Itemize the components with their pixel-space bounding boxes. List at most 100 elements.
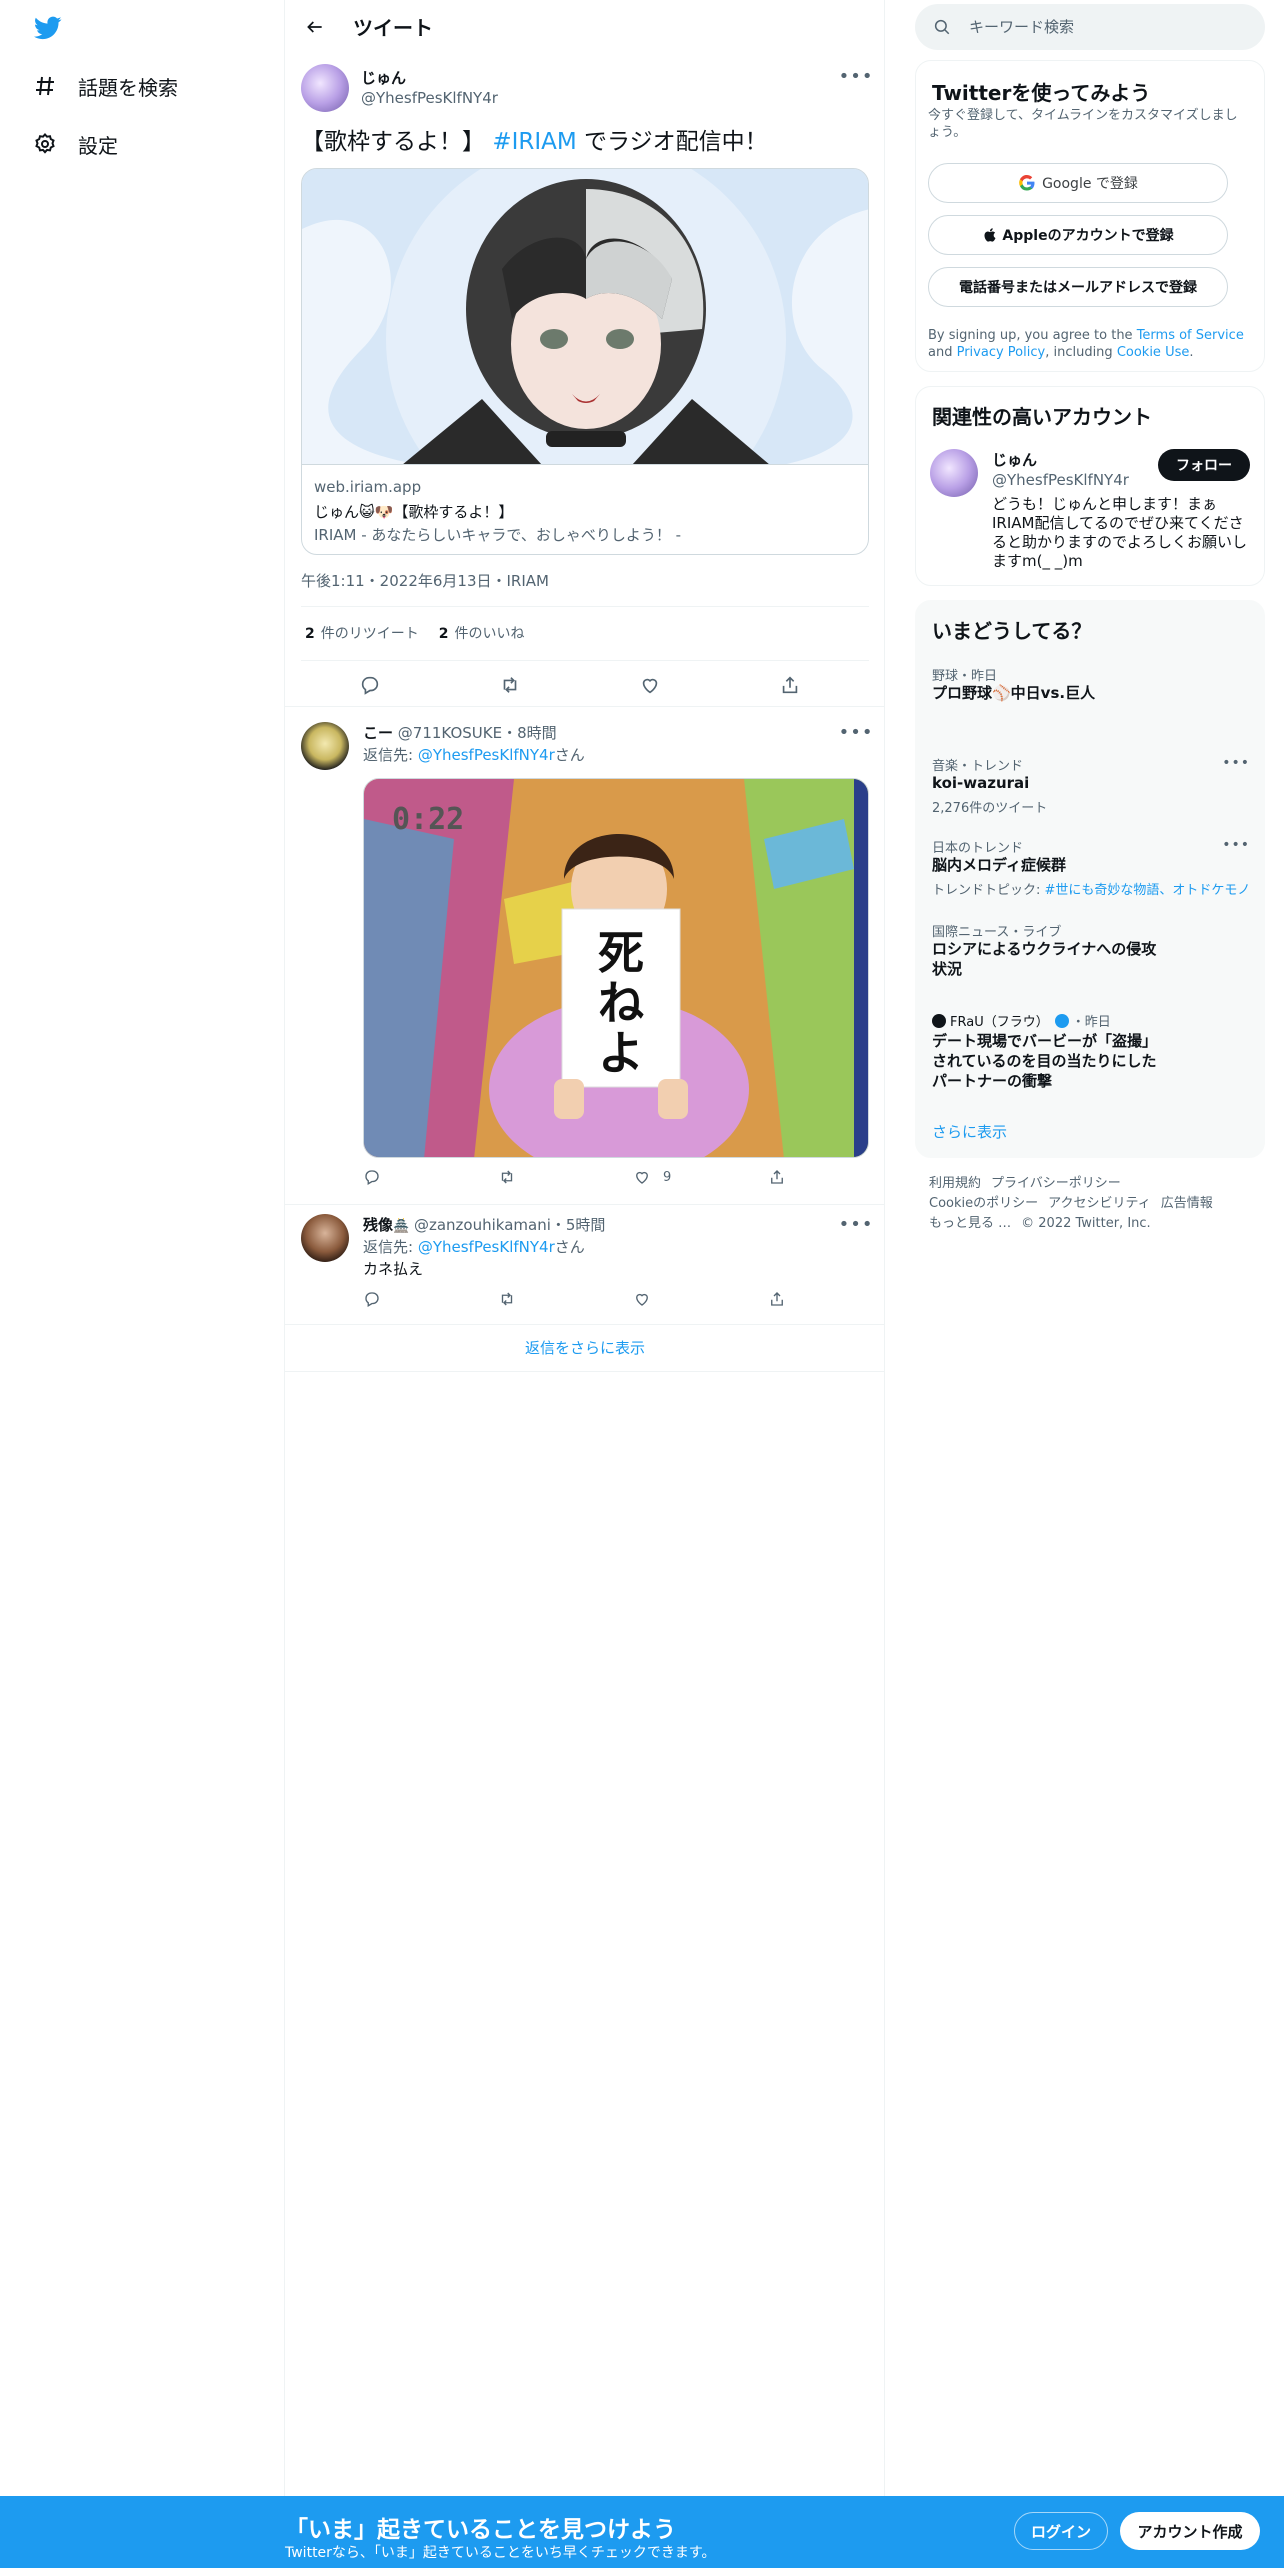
footer-ads-link[interactable]: 広告情報 [1161,1196,1213,1211]
retweet-icon[interactable] [498,1290,516,1308]
trend-topic: トレンドトピック: #世にも奇妙な物語、オトドケモノ [932,879,1250,898]
reply-icon[interactable] [363,1290,381,1308]
trend-name: デート現場でバービーが「盗撮」されているのを目の当たりにしたパートナーの衝撃 [932,1032,1158,1090]
google-signup-label: Google で登録 [1042,176,1138,192]
reply-avatar[interactable] [301,1214,349,1262]
show-more-trends-link[interactable]: さらに表示 [932,1121,1007,1142]
reply-icon[interactable] [363,1168,381,1186]
back-button[interactable] [297,9,333,45]
reply-time[interactable]: ・8時間 [502,724,557,742]
tweet-actions [285,668,885,702]
trend-category: 日本のトレンド [932,841,1024,856]
related-avatar[interactable] [930,449,978,497]
trend-topic-link[interactable]: #世にも奇妙な物語、オトドケモノ [1045,883,1251,898]
trend-item[interactable]: 音楽・トレンド ••• koi-wazurai 2,276件のツイート [916,751,1266,831]
reply-time[interactable]: ・5時間 [551,1216,606,1234]
footer-links: 利用規約 プライバシーポリシー Cookieのポリシー アクセシビリティ 広告情報 も… [929,1174,1259,1234]
show-more-replies-button[interactable]: 返信をさらに表示 [285,1324,885,1372]
privacy-policy-link[interactable]: Privacy Policy [957,345,1046,360]
replying-to-link[interactable]: @YhesfPesKlfNY4r [418,1238,555,1256]
footer-terms-link[interactable]: 利用規約 [929,1176,981,1191]
card-title: じゅん😺🐶【歌枠するよ！】 [314,503,514,521]
author-avatar[interactable] [301,64,349,112]
apple-signup-button[interactable]: Appleのアカウントで登録 [928,215,1228,255]
more-options-button[interactable]: ••• [839,1214,873,1235]
trend-category: ・昨日 [1071,1015,1111,1030]
replying-to: 返信先: @YhesfPesKlfNY4rさん [363,1236,585,1257]
trend-item[interactable]: 日本のトレンド ••• 脳内メロディ症候群 トレンドトピック: #世にも奇妙な物… [916,833,1266,913]
reply-author-handle[interactable]: @711KOSUKE [398,724,502,742]
google-signup-button[interactable]: Google で登録 [928,163,1228,203]
twitter-logo-icon[interactable] [32,14,68,46]
more-options-button[interactable]: ••• [839,722,873,743]
terms-of-service-link[interactable]: Terms of Service [1137,328,1244,343]
tweet-timestamp[interactable]: 午後1:11・2022年6月13日・IRIAM [301,570,549,591]
share-icon[interactable] [768,1168,786,1186]
divider [301,660,869,661]
reply-icon[interactable] [359,674,381,696]
verified-badge-icon [1054,1013,1069,1028]
like-button[interactable]: 9 [633,1168,671,1186]
retweet-icon[interactable] [499,674,521,696]
footer-copyright: © 2022 Twitter, Inc. [1021,1216,1151,1231]
reply-avatar[interactable] [301,722,349,770]
terms-text: By signing up, you agree to the [928,328,1137,343]
login-button[interactable]: ログイン [1014,2512,1108,2550]
trend-item[interactable]: FRaU（フラウ） ・昨日 デート現場でバービーが「盗撮」されているのを目の当た… [916,1009,1266,1109]
footer-cookie-link[interactable]: Cookieのポリシー [929,1196,1038,1211]
google-icon [1019,174,1035,191]
nav-explore[interactable]: 話題を検索 [32,66,178,106]
reply-media-image[interactable]: 0:22 死 ね よ [363,778,869,1158]
cookie-use-link[interactable]: Cookie Use [1117,345,1190,360]
nav-settings-label: 設定 [78,133,118,158]
signup-panel: Twitterを使ってみよう 今すぐ登録して、タイムラインをカスタマイズしましょ… [915,60,1265,372]
reply-author-name[interactable]: 残像 [363,1216,393,1234]
footer-accessibility-link[interactable]: アクセシビリティ [1048,1196,1151,1211]
follow-button[interactable]: フォロー [1158,449,1250,481]
trend-more-icon[interactable]: ••• [1222,755,1250,771]
likes-label: 件のいいね [454,626,525,642]
search-bar[interactable] [915,4,1265,50]
search-icon [934,19,950,35]
nav-settings[interactable]: 設定 [32,124,118,164]
replying-to-suffix: さん [554,1238,585,1256]
create-account-button[interactable]: アカウント作成 [1120,2512,1260,2550]
tweet-text-part: 【歌枠するよ！】 [301,129,493,155]
trend-more-icon[interactable]: ••• [1222,837,1250,853]
phone-email-signup-button[interactable]: 電話番号またはメールアドレスで登録 [928,267,1228,307]
link-card[interactable]: web.iriam.app じゅん😺🐶【歌枠するよ！】 IRIAM - あなたら… [301,168,869,555]
likes-stat[interactable]: 2 件のいいね [439,623,525,643]
media-sign-text: よ [598,1026,644,1080]
reply-author-handle[interactable]: @zanzouhikamani [414,1216,551,1234]
share-icon[interactable] [768,1290,786,1308]
card-description: IRIAM - あなたらしいキャラで、おしゃべりしよう！ - [314,526,682,544]
reply-author-name[interactable]: こー [363,724,393,742]
more-options-button[interactable]: ••• [839,66,873,87]
related-name[interactable]: じゅん [992,449,1037,470]
trend-item[interactable]: 野球・昨日 プロ野球⚾中日vs.巨人 [916,659,1266,739]
author-handle[interactable]: @YhesfPesKlfNY4r [361,89,498,107]
apple-icon [984,228,996,242]
trend-item[interactable]: 国際ニュース・ライブ ロシアによるウクライナへの侵攻状況 [916,917,1266,997]
share-icon[interactable] [779,674,801,696]
tweet-text: 【歌枠するよ！】 #IRIAM でラジオ配信中！ [301,126,768,158]
related-handle[interactable]: @YhesfPesKlfNY4r [992,471,1129,489]
replying-to-suffix: さん [554,746,585,764]
main-column: ツイート じゅん @YhesfPesKlfNY4r ••• 【歌枠するよ！】 #… [285,0,885,2568]
like-icon[interactable] [633,1290,651,1308]
source-logo-icon [932,1013,946,1028]
trend-source-name: FRaU（フラウ） [950,1015,1049,1030]
retweets-stat[interactable]: 2 件のリツイート [305,623,419,643]
retweet-icon[interactable] [498,1168,516,1186]
signup-title: Twitterを使ってみよう [932,81,1151,105]
search-input[interactable] [969,18,1239,36]
footer-privacy-link[interactable]: プライバシーポリシー [991,1176,1121,1191]
author-name[interactable]: じゅん [361,67,406,88]
left-nav: 話題を検索 設定 [0,0,285,2568]
hashtag-link[interactable]: #IRIAM [492,129,576,155]
replying-to-link[interactable]: @YhesfPesKlfNY4r [418,746,555,764]
footer-more-link[interactable]: もっと見る … [929,1216,1011,1231]
bottom-bar-subtitle: Twitterなら、「いま」起きていることをいち早くチェックできます。 [285,2545,716,2561]
retweets-count: 2 [305,626,315,642]
like-icon[interactable] [639,674,661,696]
